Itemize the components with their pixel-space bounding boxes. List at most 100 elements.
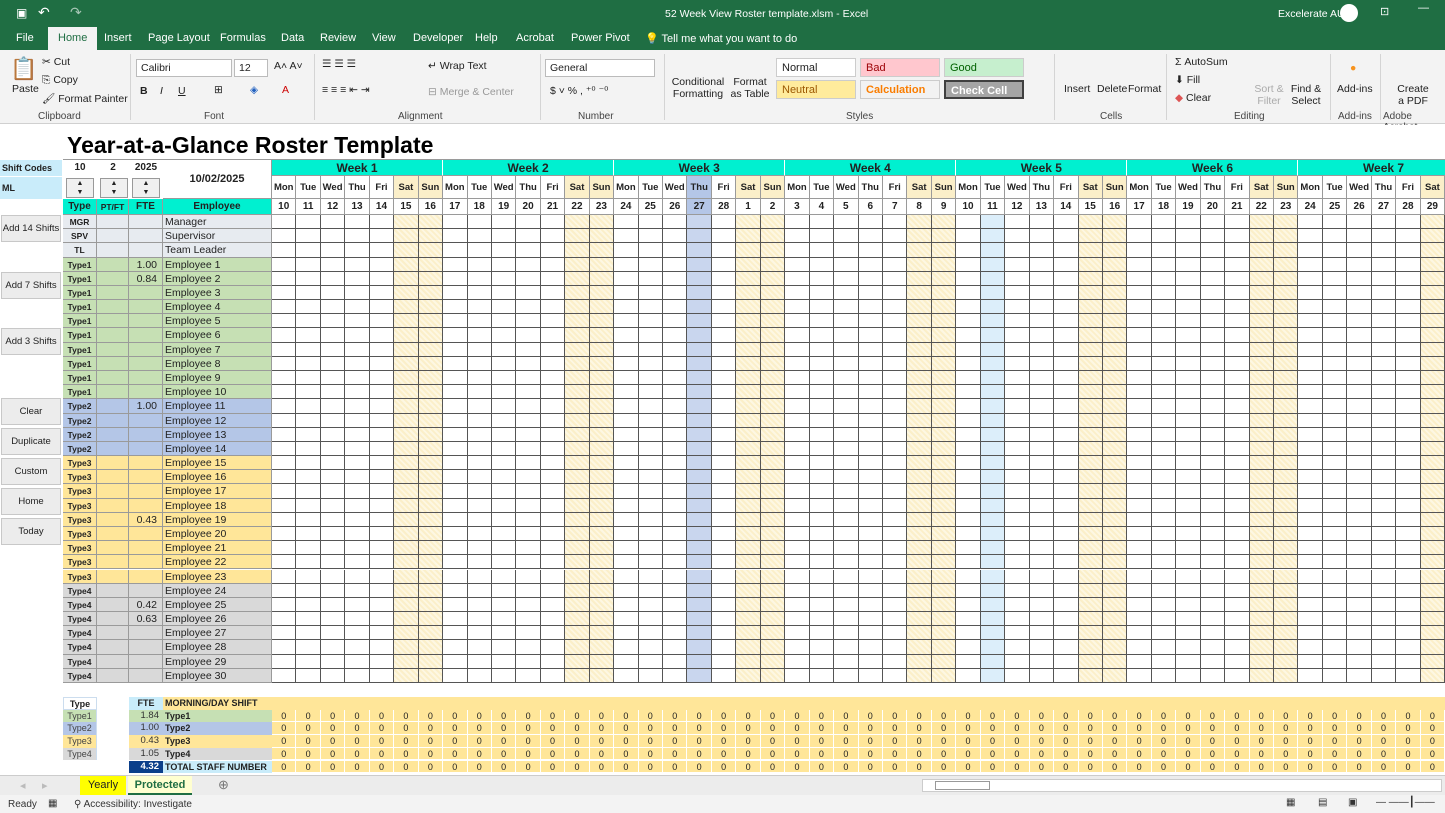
roster-cell[interactable] (1298, 612, 1322, 626)
roster-cell[interactable] (492, 456, 516, 470)
roster-cell[interactable] (1079, 669, 1103, 683)
roster-cell[interactable] (1005, 300, 1029, 314)
roster-cell[interactable] (761, 442, 785, 456)
style-normal[interactable]: Normal (776, 58, 856, 77)
roster-cell[interactable] (1054, 626, 1078, 640)
roster-cell[interactable] (492, 371, 516, 385)
roster-cell[interactable] (1274, 669, 1298, 683)
roster-cell[interactable] (687, 484, 711, 498)
roster-cell[interactable] (1225, 357, 1249, 371)
roster-cell[interactable] (419, 555, 443, 569)
roster-cell[interactable] (1274, 484, 1298, 498)
roster-cell[interactable] (687, 328, 711, 342)
roster-cell[interactable] (590, 314, 614, 328)
roster-cell[interactable] (516, 300, 540, 314)
roster-cell[interactable] (785, 484, 809, 498)
roster-cell[interactable] (345, 258, 369, 272)
roster-cell[interactable] (590, 399, 614, 413)
roster-cell[interactable] (296, 399, 320, 413)
roster-cell[interactable] (1421, 300, 1445, 314)
employee-name[interactable]: Employee 4 (163, 300, 272, 314)
roster-cell[interactable] (834, 499, 858, 513)
roster-cell[interactable] (321, 229, 345, 243)
roster-cell[interactable] (1127, 414, 1151, 428)
roster-cell[interactable] (1201, 314, 1225, 328)
roster-cell[interactable] (907, 328, 931, 342)
roster-cell[interactable] (1298, 215, 1322, 229)
roster-cell[interactable] (419, 399, 443, 413)
roster-cell[interactable] (1298, 328, 1322, 342)
roster-cell[interactable] (1250, 541, 1274, 555)
roster-cell[interactable] (492, 243, 516, 257)
roster-cell[interactable] (981, 442, 1005, 456)
employee-name[interactable]: Employee 22 (163, 555, 272, 569)
roster-cell[interactable] (761, 428, 785, 442)
roster-cell[interactable] (541, 243, 565, 257)
roster-cell[interactable] (443, 314, 467, 328)
roster-cell[interactable] (614, 612, 638, 626)
roster-cell[interactable] (981, 626, 1005, 640)
roster-cell[interactable] (687, 272, 711, 286)
roster-cell[interactable] (516, 470, 540, 484)
roster-cell[interactable] (1127, 229, 1151, 243)
roster-cell[interactable] (419, 286, 443, 300)
roster-cell[interactable] (1152, 541, 1176, 555)
row-ptft[interactable] (97, 584, 129, 598)
roster-cell[interactable] (590, 527, 614, 541)
roster-cell[interactable] (614, 470, 638, 484)
roster-cell[interactable] (1396, 513, 1420, 527)
roster-cell[interactable] (687, 385, 711, 399)
roster-cell[interactable] (687, 243, 711, 257)
roster-cell[interactable] (785, 442, 809, 456)
roster-cell[interactable] (1127, 470, 1151, 484)
employee-name[interactable]: Employee 23 (163, 570, 272, 584)
employee-name[interactable]: Employee 11 (163, 399, 272, 413)
employee-name[interactable]: Employee 12 (163, 414, 272, 428)
roster-cell[interactable] (663, 414, 687, 428)
roster-cell[interactable] (1274, 541, 1298, 555)
roster-cell[interactable] (1323, 328, 1347, 342)
roster-cell[interactable] (272, 640, 296, 654)
employee-name[interactable]: Employee 24 (163, 584, 272, 598)
roster-cell[interactable] (565, 555, 589, 569)
roster-cell[interactable] (810, 314, 834, 328)
roster-cell[interactable] (1323, 442, 1347, 456)
roster-cell[interactable] (468, 357, 492, 371)
roster-cell[interactable] (1152, 328, 1176, 342)
roster-cell[interactable] (1347, 428, 1371, 442)
roster-cell[interactable] (883, 258, 907, 272)
roster-cell[interactable] (907, 371, 931, 385)
roster-cell[interactable] (956, 598, 980, 612)
roster-cell[interactable] (907, 470, 931, 484)
roster-cell[interactable] (1225, 470, 1249, 484)
autosum-button[interactable]: Σ AutoSum (1175, 56, 1228, 68)
roster-cell[interactable] (296, 655, 320, 669)
roster-cell[interactable] (419, 428, 443, 442)
roster-cell[interactable] (1201, 343, 1225, 357)
row-ptft[interactable] (97, 272, 129, 286)
roster-cell[interactable] (785, 570, 809, 584)
roster-cell[interactable] (1005, 314, 1029, 328)
employee-name[interactable]: Employee 9 (163, 371, 272, 385)
roster-cell[interactable] (492, 640, 516, 654)
roster-cell[interactable] (1347, 499, 1371, 513)
roster-cell[interactable] (1030, 229, 1054, 243)
roster-cell[interactable] (785, 258, 809, 272)
roster-cell[interactable] (492, 328, 516, 342)
roster-cell[interactable] (394, 513, 418, 527)
roster-cell[interactable] (1225, 371, 1249, 385)
roster-cell[interactable] (907, 499, 931, 513)
roster-cell[interactable] (321, 626, 345, 640)
roster-cell[interactable] (370, 456, 394, 470)
roster-cell[interactable] (1176, 314, 1200, 328)
roster-cell[interactable] (590, 541, 614, 555)
roster-cell[interactable] (907, 598, 931, 612)
roster-cell[interactable] (1201, 442, 1225, 456)
roster-cell[interactable] (1127, 399, 1151, 413)
roster-cell[interactable] (565, 669, 589, 683)
roster-cell[interactable] (1274, 598, 1298, 612)
roster-cell[interactable] (443, 343, 467, 357)
roster-cell[interactable] (1274, 215, 1298, 229)
roster-cell[interactable] (1347, 300, 1371, 314)
roster-cell[interactable] (565, 385, 589, 399)
